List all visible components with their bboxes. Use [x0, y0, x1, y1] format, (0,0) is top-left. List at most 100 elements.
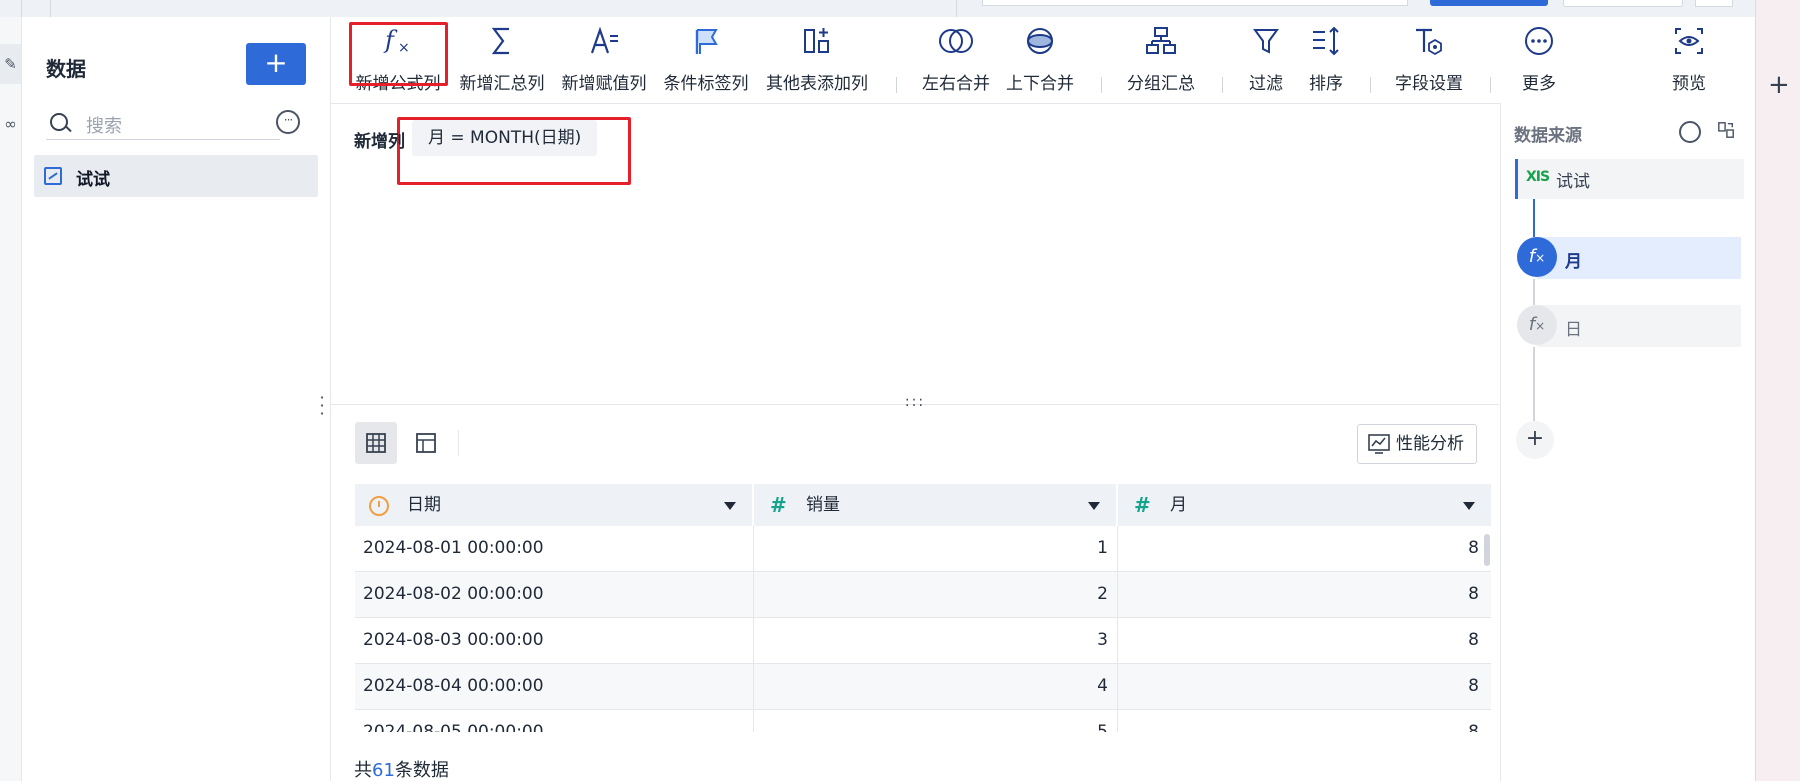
top-icon-button[interactable]: [1695, 0, 1733, 7]
month-cell: 8: [1468, 584, 1479, 604]
assign-icon: [590, 26, 618, 54]
data-search-input[interactable]: 搜索: [46, 107, 280, 140]
data-panel-title: 数据: [46, 57, 86, 81]
toolbar-divider: [1222, 77, 1223, 93]
swap-layout-icon[interactable]: [1717, 121, 1735, 139]
sort-button[interactable]: 排序: [1301, 23, 1351, 103]
step-label: 日: [1565, 320, 1582, 340]
sales-cell: 2: [1097, 584, 1108, 604]
more-icon: [1525, 27, 1553, 55]
sales-cell: 4: [1097, 676, 1108, 696]
add-formula-column-button[interactable]: f × 新增公式列: [353, 23, 443, 103]
merge-horizontal-icon: [939, 29, 973, 53]
data-source-item[interactable]: XIS 试试: [1515, 159, 1744, 199]
history-icon[interactable]: [1679, 121, 1701, 143]
merge-horizontal-button[interactable]: 左右合并: [916, 23, 996, 103]
group-icon: [1146, 27, 1176, 54]
sigma-icon: [491, 27, 509, 55]
top-primary-button[interactable]: [1430, 0, 1548, 6]
plus-icon[interactable]: +: [1768, 70, 1790, 100]
field-settings-button[interactable]: 字段设置: [1389, 23, 1469, 103]
row-count: 共61条数据: [354, 760, 449, 781]
panel-resize-handle[interactable]: · · ·: [318, 390, 326, 422]
filter-button[interactable]: 过滤: [1241, 23, 1291, 103]
table-scrollbar[interactable]: [1484, 534, 1490, 566]
toolbar-divider: [1370, 77, 1371, 93]
more-options-icon[interactable]: ···: [276, 110, 300, 134]
condition-tag-column-button[interactable]: 条件标签列: [661, 23, 751, 103]
flow-connector: [1533, 279, 1535, 305]
grid-icon: [366, 433, 386, 453]
add-column-icon: [804, 28, 829, 53]
column-divider: [753, 526, 754, 732]
add-assign-column-button[interactable]: 新增赋值列: [559, 23, 649, 103]
table-row[interactable]: 2024-08-02 00:00:00 2 8: [355, 572, 1491, 618]
performance-analysis-button[interactable]: 性能分析: [1357, 424, 1477, 464]
add-column-from-table-button[interactable]: 其他表添加列: [763, 23, 871, 103]
step-month[interactable]: f× 月: [1517, 237, 1741, 279]
add-summary-column-button[interactable]: 新增汇总列: [457, 23, 547, 103]
toolbar-divider: [1101, 77, 1102, 93]
sales-cell: 5: [1097, 722, 1108, 732]
column-menu-chevron-down-icon[interactable]: [1088, 502, 1100, 510]
dataset-icon: [44, 167, 62, 185]
formula-step-icon: f×: [1517, 305, 1557, 345]
table-row[interactable]: 2024-08-03 00:00:00 3 8: [355, 618, 1491, 664]
sales-cell: 3: [1097, 630, 1108, 650]
header-divider: [752, 484, 754, 526]
column-header-sales[interactable]: # 销量: [754, 484, 1116, 526]
search-placeholder: 搜索: [86, 116, 122, 137]
toolbar: f × 新增公式列 新增汇总列 新增赋值列 条件标签列 其他表添加列 左右合并 上…: [331, 17, 1755, 104]
date-type-icon: [369, 496, 389, 516]
rail-link-icon[interactable]: ∞: [0, 104, 21, 144]
preview-button[interactable]: 预览: [1659, 23, 1719, 103]
data-list-item-label: 试试: [76, 170, 110, 190]
formula-expression[interactable]: 月 = MONTH(日期): [412, 120, 598, 156]
column-header-month[interactable]: # 月: [1118, 484, 1491, 526]
excel-icon: XIS: [1526, 169, 1550, 185]
more-button[interactable]: 更多: [1509, 23, 1569, 103]
performance-analysis-label: 性能分析: [1396, 434, 1464, 454]
number-type-icon: #: [1134, 493, 1151, 517]
toolbar-divider: [896, 77, 897, 93]
add-data-button[interactable]: +: [246, 43, 306, 85]
column-divider: [1117, 526, 1118, 732]
month-cell: 8: [1468, 538, 1479, 558]
top-divider: [21, 0, 22, 17]
search-icon: [50, 113, 68, 131]
table-layout-icon: [416, 433, 436, 453]
data-source-panel: 数据来源 XIS 试试 f× 月 f× 日 +: [1500, 103, 1756, 781]
add-step-button[interactable]: +: [1516, 421, 1554, 459]
table-view-toggle[interactable]: [405, 422, 447, 464]
group-summary-button[interactable]: 分组汇总: [1121, 23, 1201, 103]
top-divider: [956, 0, 957, 17]
editor-resize-handle[interactable]: :::: [900, 394, 930, 410]
toolbar-divider: [1490, 77, 1491, 93]
column-header-date[interactable]: 日期: [355, 484, 752, 526]
header-divider: [1116, 484, 1118, 526]
row-count-number: 61: [372, 760, 395, 781]
side-gutter: +: [1755, 0, 1800, 781]
svg-text:f: f: [383, 26, 398, 54]
table-row[interactable]: 2024-08-05 00:00:00 5 8: [355, 710, 1491, 732]
data-list-item[interactable]: 试试: [34, 155, 318, 197]
table-row[interactable]: 2024-08-01 00:00:00 1 8: [355, 526, 1491, 572]
top-divider: [50, 0, 51, 17]
top-secondary-button[interactable]: [1563, 0, 1683, 7]
column-menu-chevron-down-icon[interactable]: [724, 502, 736, 510]
month-cell: 8: [1468, 722, 1479, 732]
table-row[interactable]: 2024-08-04 00:00:00 4 8: [355, 664, 1491, 710]
column-menu-chevron-down-icon[interactable]: [1463, 502, 1475, 510]
preview-icon: [1675, 28, 1703, 54]
date-cell: 2024-08-05 00:00:00: [363, 722, 544, 732]
nav-rail: ✎ ∞: [0, 17, 22, 781]
top-bar: [0, 0, 1755, 18]
merge-vertical-button[interactable]: 上下合并: [1000, 23, 1080, 103]
top-search-input[interactable]: [982, 0, 1408, 6]
table-header: 日期 # 销量 # 月: [355, 484, 1491, 526]
rail-edit-icon[interactable]: ✎: [0, 44, 21, 84]
step-day[interactable]: f× 日: [1517, 305, 1741, 347]
month-cell: 8: [1468, 630, 1479, 650]
grid-view-toggle[interactable]: [355, 422, 397, 464]
formula-icon: f ×: [383, 26, 410, 56]
